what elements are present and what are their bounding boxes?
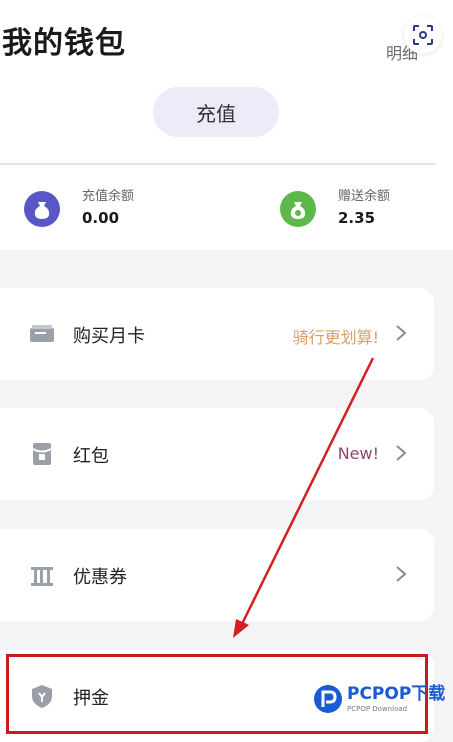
- recharge-balance-value: 0.00: [82, 209, 120, 227]
- money-bag-icon: [24, 191, 60, 227]
- page-title: 我的钱包: [2, 26, 126, 61]
- promo-tag: 骑行更划算!: [292, 328, 379, 347]
- scan-icon: [413, 25, 433, 45]
- chevron-right-icon: [396, 566, 407, 582]
- watermark: PCPOP下载 PCPOP Download: [313, 678, 453, 720]
- menu-item-monthly-card[interactable]: 购买月卡 骑行更划算!: [0, 288, 434, 380]
- chevron-right-icon: [396, 445, 407, 461]
- pcpop-logo: [314, 685, 342, 713]
- gift-balance-value: 2.35: [338, 209, 376, 227]
- recharge-balance-label: 充值余额: [82, 189, 135, 204]
- gift-balance-label: 赠送余额: [338, 189, 391, 204]
- menu-item-coupon[interactable]: 优惠券: [0, 529, 434, 621]
- new-badge: New!: [337, 444, 379, 463]
- watermark-text: PCPOP下载: [347, 683, 446, 704]
- ticket-icon: [30, 325, 54, 342]
- chevron-right-icon: [396, 325, 407, 341]
- menu-item-label: 红包: [73, 446, 109, 467]
- red-packet-icon: [32, 443, 52, 465]
- watermark-subtext: PCPOP Download: [347, 704, 408, 713]
- wallet-header: 我的钱包 明细 充值: [0, 0, 453, 165]
- menu-item-red-packet[interactable]: 红包 New!: [0, 408, 434, 500]
- menu-item-label: 优惠券: [73, 567, 127, 588]
- scan-button[interactable]: [404, 16, 442, 54]
- coupon-icon: [31, 567, 53, 586]
- menu-item-label: 购买月卡: [73, 326, 145, 347]
- recharge-button[interactable]: 充值: [153, 87, 279, 137]
- balance-row: 充值余额 0.00 赠送余额 2.35: [0, 165, 453, 250]
- gift-money-icon: [280, 191, 316, 227]
